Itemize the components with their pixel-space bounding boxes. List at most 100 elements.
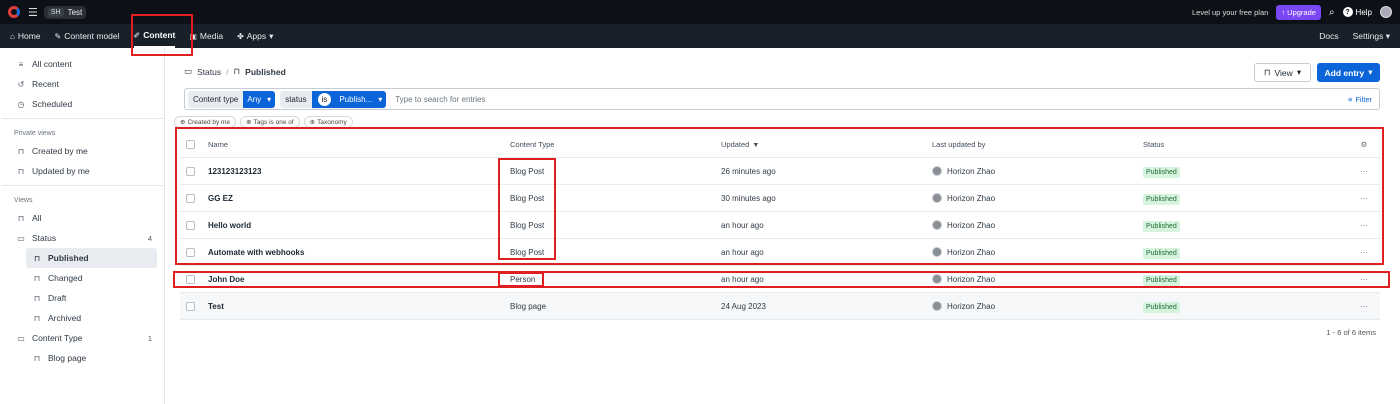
table-row[interactable]: Hello world Blog Post an hour ago Horizo… bbox=[180, 212, 1380, 239]
sidebar-item-archived[interactable]: ⊓ Archived bbox=[2, 308, 164, 328]
entry-name[interactable]: John Doe bbox=[208, 275, 510, 284]
col-updated-label: Updated bbox=[721, 140, 750, 149]
upgrade-button[interactable]: ↑ Upgrade bbox=[1276, 4, 1321, 20]
search-icon[interactable]: ⌕ bbox=[1329, 7, 1335, 18]
entry-name[interactable]: GG EZ bbox=[208, 194, 510, 203]
add-entry-button[interactable]: Add entry ▾ bbox=[1317, 63, 1380, 82]
filter-value[interactable]: is Publish... ▾ bbox=[311, 90, 387, 108]
sidebar-item-label: Archived bbox=[48, 313, 82, 323]
sidebar-item-recent[interactable]: ↺ Recent bbox=[2, 74, 164, 94]
app-logo-icon[interactable] bbox=[8, 6, 20, 18]
folder-icon: ▭ bbox=[17, 333, 25, 343]
history-icon: ↺ bbox=[17, 79, 25, 89]
filter-operator[interactable]: is bbox=[317, 92, 332, 106]
nav-content-model[interactable]: ✎ Content model bbox=[55, 24, 120, 48]
gear-icon[interactable]: ⚙ bbox=[1348, 140, 1380, 149]
breadcrumb-separator: / bbox=[226, 66, 229, 77]
row-checkbox[interactable] bbox=[186, 301, 195, 311]
table-row[interactable]: John Doe Person an hour ago Horizon Zhao… bbox=[180, 266, 1380, 293]
filter-value-label: Any bbox=[247, 94, 262, 104]
entry-updated-by: Horizon Zhao bbox=[947, 193, 996, 203]
more-icon[interactable]: ··· bbox=[1348, 302, 1380, 311]
help-button[interactable]: ? Help bbox=[1342, 7, 1372, 17]
chip-created-by-me[interactable]: ⊕ Created by me bbox=[174, 116, 237, 128]
status-badge: Published bbox=[1143, 220, 1180, 232]
row-checkbox[interactable] bbox=[186, 220, 195, 230]
table-row[interactable]: Automate with webhooks Blog Post an hour… bbox=[180, 239, 1380, 266]
entry-updated: 30 minutes ago bbox=[721, 193, 776, 203]
status-filter[interactable]: status is Publish... ▾ bbox=[280, 90, 387, 108]
sidebar-folder-status[interactable]: ▭ Status 4 bbox=[2, 228, 164, 248]
more-icon[interactable]: ··· bbox=[1348, 194, 1380, 203]
filter-value[interactable]: Any ▾ bbox=[243, 90, 276, 108]
status-badge: Published bbox=[1143, 247, 1180, 259]
user-avatar[interactable] bbox=[1380, 6, 1392, 18]
row-checkbox[interactable] bbox=[186, 166, 195, 176]
sidebar-folder-content-type[interactable]: ▭ Content Type 1 bbox=[2, 328, 164, 348]
nav-settings[interactable]: Settings ▾ bbox=[1353, 31, 1390, 42]
table-row[interactable]: GG EZ Blog Post 30 minutes ago Horizon Z… bbox=[180, 185, 1380, 212]
filter-icon: ≡ bbox=[1347, 94, 1353, 104]
filter-button[interactable]: ≡ Filter bbox=[1348, 95, 1372, 104]
more-icon[interactable]: ··· bbox=[1348, 248, 1380, 257]
menu-icon[interactable]: ☰ bbox=[28, 6, 38, 19]
breadcrumb-parent[interactable]: Status bbox=[197, 67, 221, 77]
col-updated[interactable]: Updated ▼ bbox=[721, 140, 932, 149]
more-icon[interactable]: ··· bbox=[1348, 221, 1380, 230]
nav-home-label: Home bbox=[17, 31, 41, 41]
entry-updated-by: Horizon Zhao bbox=[947, 274, 996, 284]
nav-media[interactable]: ▣ Media bbox=[189, 24, 223, 48]
row-checkbox[interactable] bbox=[186, 247, 195, 257]
sidebar-item-updated-by-me[interactable]: ⊓ Updated by me bbox=[2, 161, 164, 181]
table-row[interactable]: 123123123123 Blog Post 26 minutes ago Ho… bbox=[180, 158, 1380, 185]
wrench-icon: ✎ bbox=[54, 31, 62, 41]
entry-updated-by: Horizon Zhao bbox=[947, 166, 996, 176]
more-icon[interactable]: ··· bbox=[1348, 275, 1380, 284]
col-name[interactable]: Name bbox=[208, 140, 510, 149]
divider bbox=[2, 118, 164, 119]
nav-home[interactable]: ⌂ Home bbox=[10, 24, 41, 48]
space-name: Test bbox=[67, 7, 83, 17]
status-badge: Published bbox=[1143, 301, 1180, 313]
nav-content[interactable]: ✐ Content bbox=[133, 24, 176, 48]
sidebar-item-created-by-me[interactable]: ⊓ Created by me bbox=[2, 141, 164, 161]
row-checkbox[interactable] bbox=[186, 274, 195, 284]
col-last-updated-by[interactable]: Last updated by bbox=[932, 140, 1143, 149]
nav-apps[interactable]: ✤ Apps ▾ bbox=[237, 24, 273, 48]
sidebar-item-draft[interactable]: ⊓ Draft bbox=[2, 288, 164, 308]
clock-icon: ◷ bbox=[17, 99, 25, 109]
more-icon[interactable]: ··· bbox=[1348, 167, 1380, 176]
sidebar-item-published[interactable]: ⊓ Published bbox=[26, 248, 157, 268]
table-row[interactable]: Test Blog page 24 Aug 2023 Horizon Zhao … bbox=[180, 293, 1380, 320]
entry-type: Person bbox=[510, 274, 536, 284]
bookmark-icon: ⊓ bbox=[1263, 67, 1271, 77]
nav-docs[interactable]: Docs bbox=[1319, 31, 1338, 42]
sidebar-item-scheduled[interactable]: ◷ Scheduled bbox=[2, 94, 164, 114]
entry-name[interactable]: Automate with webhooks bbox=[208, 248, 510, 257]
sidebar-item-blog-page[interactable]: ⊓ Blog page bbox=[2, 348, 164, 368]
row-checkbox[interactable] bbox=[186, 193, 195, 203]
help-icon: ? bbox=[1342, 7, 1353, 17]
sidebar-item-all-content[interactable]: ≡ All content bbox=[2, 54, 164, 74]
select-all-checkbox[interactable] bbox=[186, 140, 195, 149]
col-content-type[interactable]: Content Type bbox=[510, 140, 721, 149]
col-status[interactable]: Status bbox=[1143, 140, 1348, 149]
entry-name[interactable]: 123123123123 bbox=[208, 167, 510, 176]
entry-name[interactable]: Hello world bbox=[208, 221, 510, 230]
bookmark-icon: ⊓ bbox=[33, 353, 41, 363]
content-type-filter[interactable]: Content type Any ▾ bbox=[188, 90, 276, 108]
view-button[interactable]: ⊓ View ▾ bbox=[1254, 63, 1311, 82]
chip-label: Created by me bbox=[187, 118, 231, 126]
plus-circle-icon: ⊕ bbox=[309, 119, 316, 126]
space-switcher[interactable]: SH Test bbox=[43, 5, 87, 19]
bookmark-icon: ⊓ bbox=[17, 213, 25, 223]
chip-tags[interactable]: ⊕ Tags is one of bbox=[240, 116, 300, 128]
entry-type: Blog Post bbox=[510, 220, 545, 230]
entry-updated-by: Horizon Zhao bbox=[947, 247, 996, 257]
bookmark-icon: ⊓ bbox=[33, 253, 41, 263]
sidebar-item-all[interactable]: ⊓ All bbox=[2, 208, 164, 228]
search-input[interactable] bbox=[395, 94, 1343, 104]
entry-name[interactable]: Test bbox=[208, 302, 510, 311]
chip-taxonomy[interactable]: ⊕ Taxonomy bbox=[303, 116, 353, 128]
sidebar-item-changed[interactable]: ⊓ Changed bbox=[2, 268, 164, 288]
